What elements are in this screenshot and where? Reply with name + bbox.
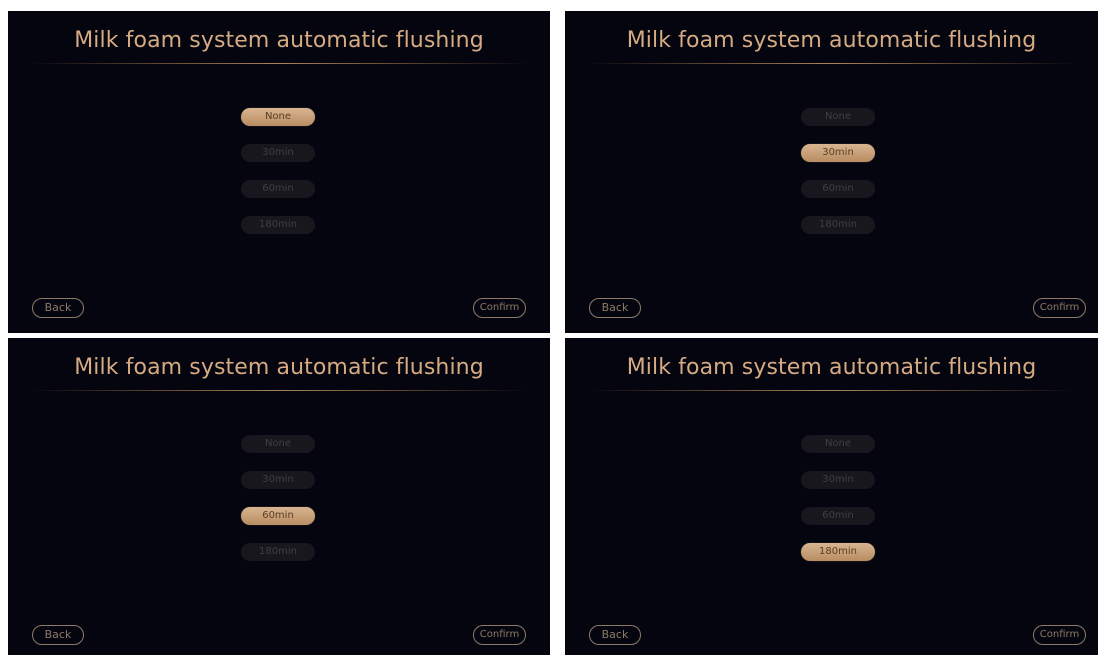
flush-interval-options: None 30min 60min 180min — [565, 338, 1098, 655]
option-none[interactable]: None — [241, 108, 315, 126]
flush-settings-panel-180min: Milk foam system automatic flushing None… — [565, 338, 1098, 655]
option-60min[interactable]: 60min — [241, 180, 315, 198]
back-button[interactable]: Back — [32, 625, 84, 645]
screenshot-grid: Milk foam system automatic flushing None… — [0, 0, 1098, 655]
option-60min[interactable]: 60min — [801, 507, 875, 525]
confirm-button[interactable]: Confirm — [1033, 298, 1086, 318]
flush-interval-options: None 30min 60min 180min — [8, 338, 550, 655]
option-180min[interactable]: 180min — [801, 216, 875, 234]
option-180min[interactable]: 180min — [801, 543, 875, 561]
flush-settings-panel-60min: Milk foam system automatic flushing None… — [8, 338, 550, 655]
confirm-button[interactable]: Confirm — [473, 625, 526, 645]
option-30min[interactable]: 30min — [801, 144, 875, 162]
option-30min[interactable]: 30min — [801, 471, 875, 489]
option-30min[interactable]: 30min — [241, 471, 315, 489]
back-button[interactable]: Back — [589, 298, 641, 318]
flush-settings-panel-none: Milk foam system automatic flushing None… — [8, 11, 550, 333]
option-180min[interactable]: 180min — [241, 216, 315, 234]
flush-settings-panel-30min: Milk foam system automatic flushing None… — [565, 11, 1098, 333]
back-button[interactable]: Back — [589, 625, 641, 645]
option-none[interactable]: None — [801, 108, 875, 126]
back-button[interactable]: Back — [32, 298, 84, 318]
option-none[interactable]: None — [801, 435, 875, 453]
flush-interval-options: None 30min 60min 180min — [565, 11, 1098, 333]
option-none[interactable]: None — [241, 435, 315, 453]
confirm-button[interactable]: Confirm — [1033, 625, 1086, 645]
confirm-button[interactable]: Confirm — [473, 298, 526, 318]
option-180min[interactable]: 180min — [241, 543, 315, 561]
option-30min[interactable]: 30min — [241, 144, 315, 162]
flush-interval-options: None 30min 60min 180min — [8, 11, 550, 333]
option-60min[interactable]: 60min — [801, 180, 875, 198]
option-60min[interactable]: 60min — [241, 507, 315, 525]
